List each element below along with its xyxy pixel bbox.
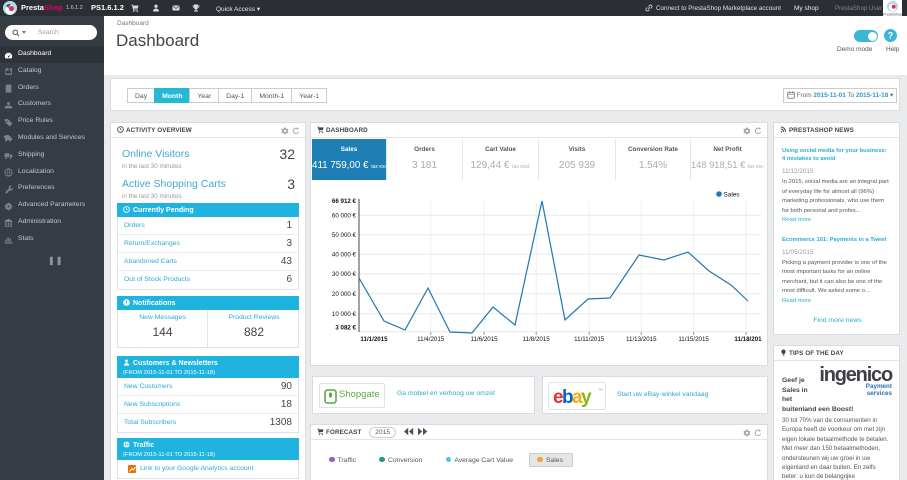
svg-text:50 000 €: 50 000 € bbox=[332, 232, 357, 239]
svg-text:11/6/2015: 11/6/2015 bbox=[471, 336, 499, 343]
svg-text:20 000 €: 20 000 € bbox=[332, 291, 357, 298]
svg-text:30 000 €: 30 000 € bbox=[332, 271, 357, 278]
svg-text:11/1/2015: 11/1/2015 bbox=[360, 336, 388, 343]
svg-text:11/11/2015: 11/11/2015 bbox=[574, 336, 605, 343]
svg-text:11/13/2015: 11/13/2015 bbox=[626, 336, 657, 343]
svg-text:11/8/2015: 11/8/2015 bbox=[523, 336, 551, 343]
svg-text:11/18/201: 11/18/201 bbox=[734, 336, 762, 343]
svg-text:ebay: ebay bbox=[553, 387, 592, 408]
svg-text:™: ™ bbox=[598, 388, 603, 394]
svg-text:10 000 €: 10 000 € bbox=[332, 311, 357, 318]
svg-text:11/15/2015: 11/15/2015 bbox=[678, 336, 709, 343]
svg-text:60 000 €: 60 000 € bbox=[332, 213, 357, 220]
svg-text:40 000 €: 40 000 € bbox=[332, 252, 357, 259]
svg-text:?: ? bbox=[888, 31, 894, 41]
svg-text:66 912 €: 66 912 € bbox=[332, 198, 357, 205]
svg-text:11/4/2015: 11/4/2015 bbox=[417, 336, 445, 343]
svg-text:PrestaShop: PrestaShop bbox=[883, 13, 902, 17]
svg-text:Sales: Sales bbox=[724, 192, 740, 199]
svg-text:3 082 €: 3 082 € bbox=[335, 325, 356, 332]
